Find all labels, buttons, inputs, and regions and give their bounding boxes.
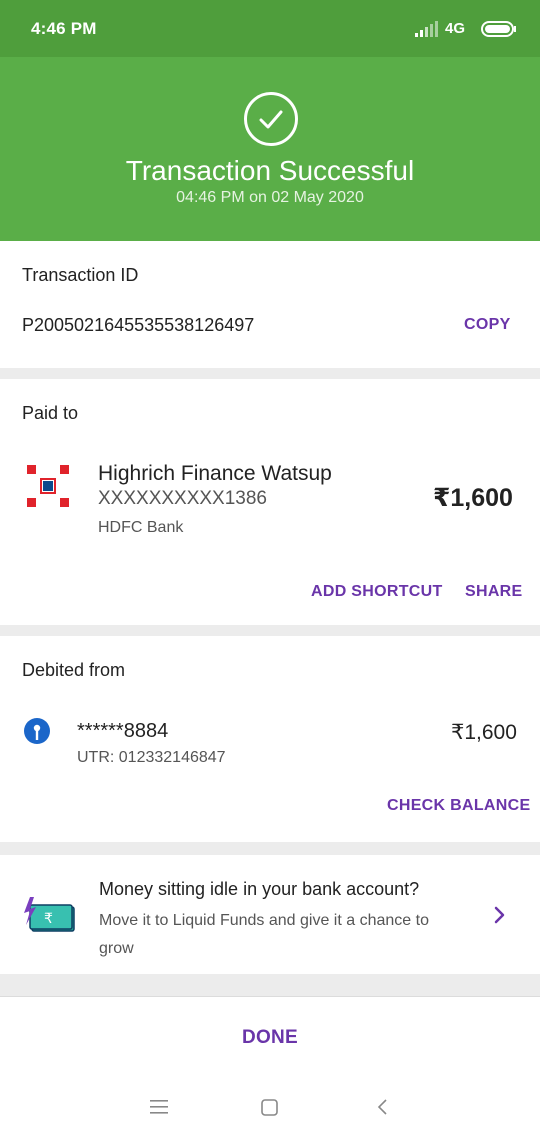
- add-shortcut-button[interactable]: ADD SHORTCUT: [311, 583, 443, 601]
- signal-icon: [415, 21, 439, 42]
- check-balance-button[interactable]: CHECK BALANCE: [387, 797, 530, 815]
- check-circle-icon: [244, 92, 298, 146]
- money-lightning-icon: ₹: [22, 895, 76, 940]
- battery-icon: [481, 21, 517, 42]
- liquid-funds-promo[interactable]: ₹ Money sitting idle in your bank accoun…: [0, 855, 540, 974]
- paid-amount: ₹1,600: [433, 484, 513, 512]
- payee-name: Highrich Finance Watsup: [98, 462, 332, 485]
- svg-text:₹: ₹: [44, 911, 53, 927]
- back-icon[interactable]: [377, 1098, 389, 1121]
- transaction-id-card: Transaction ID P2005021645535538126497 C…: [0, 241, 540, 368]
- transaction-datetime: 04:46 PM on 02 May 2020: [176, 189, 364, 206]
- payee-bank: HDFC Bank: [98, 519, 184, 536]
- transaction-id-label: Transaction ID: [22, 265, 139, 285]
- debited-from-label: Debited from: [22, 660, 126, 680]
- promo-body: Move it to Liquid Funds and give it a ch…: [99, 912, 429, 957]
- system-nav-bar: [0, 1075, 540, 1140]
- status-bar: 4:46 PM 4G: [0, 0, 540, 57]
- debit-account: ******8884: [77, 720, 169, 742]
- menu-icon[interactable]: [150, 1100, 168, 1119]
- debit-amount: ₹1,600: [451, 721, 517, 744]
- hdfc-bank-logo-icon: [27, 465, 69, 512]
- chevron-right-icon[interactable]: [494, 906, 506, 929]
- sbi-bank-logo-icon: [23, 717, 51, 750]
- network-type: 4G: [445, 20, 466, 37]
- utr-number: UTR: 012332146847: [77, 749, 226, 766]
- debited-from-card: Debited from ******8884 UTR: 01233214684…: [0, 636, 540, 842]
- paid-to-card: Paid to Highrich Finance Watsup XXXXXXXX…: [0, 379, 540, 625]
- home-icon[interactable]: [261, 1099, 278, 1121]
- page-title: Transaction Successful: [125, 155, 415, 186]
- promo-title: Money sitting idle in your bank account?: [99, 879, 420, 899]
- success-header: Transaction Successful 04:46 PM on 02 Ma…: [0, 57, 540, 241]
- copy-button[interactable]: COPY: [464, 316, 511, 334]
- share-button[interactable]: SHARE: [465, 583, 523, 601]
- payee-account: XXXXXXXXXX1386: [98, 488, 267, 509]
- done-button[interactable]: DONE: [0, 1027, 540, 1049]
- status-time: 4:46 PM: [31, 19, 97, 38]
- paid-to-label: Paid to: [22, 403, 79, 423]
- done-bar: DONE: [0, 996, 540, 1076]
- transaction-id-value: P2005021645535538126497: [22, 315, 255, 335]
